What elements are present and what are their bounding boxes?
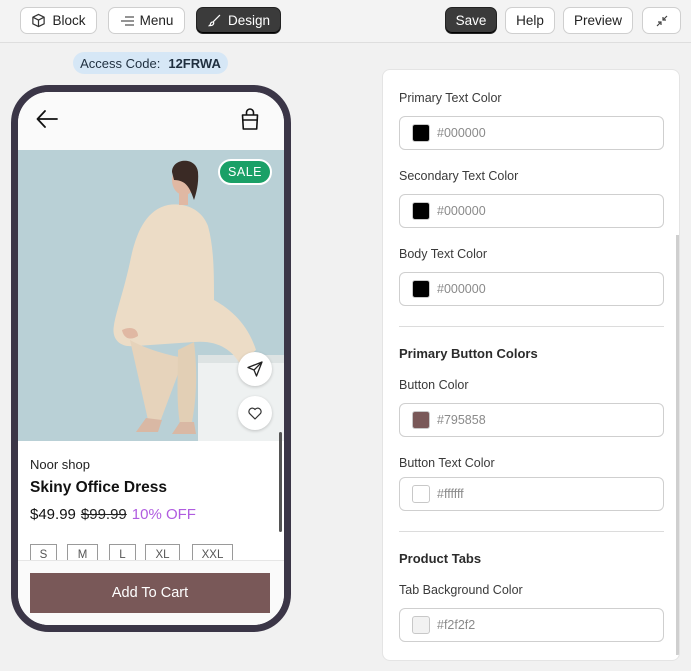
- body-text-color-field[interactable]: #000000: [399, 272, 664, 306]
- help-button[interactable]: Help: [505, 7, 555, 34]
- button-text-color-value: #ffffff: [437, 487, 464, 501]
- collapse-button[interactable]: [642, 7, 681, 34]
- primary-text-color-field[interactable]: #000000: [399, 116, 664, 150]
- menu-lines-icon: [120, 15, 134, 26]
- panel-scrollbar[interactable]: [676, 235, 679, 655]
- shop-name: Noor shop: [30, 457, 90, 472]
- menu-button-label: Menu: [139, 13, 174, 28]
- access-code-value: 12FRWA: [168, 55, 221, 71]
- original-price: $99.99: [80, 506, 127, 523]
- cart-bar: Add To Cart: [18, 560, 284, 625]
- button-color-label: Button Color: [399, 378, 469, 392]
- button-color-value: #795858: [437, 413, 486, 427]
- sale-badge: SALE: [218, 159, 272, 185]
- section-divider: [399, 326, 664, 327]
- block-button[interactable]: Block: [20, 7, 97, 34]
- block-button-label: Block: [52, 13, 86, 28]
- product-title: Skiny Office Dress: [30, 479, 167, 496]
- body-text-color-swatch[interactable]: [412, 280, 430, 298]
- design-settings-panel: Primary Text Color #000000 Secondary Tex…: [382, 69, 680, 661]
- tab-background-color-field[interactable]: #f2f2f2: [399, 608, 664, 642]
- button-text-color-field[interactable]: #ffffff: [399, 477, 664, 511]
- current-price: $49.99: [30, 506, 76, 523]
- collapse-arrows-icon: [656, 15, 667, 26]
- access-code-badge: Access Code: 12FRWA: [73, 52, 228, 74]
- save-button-label: Save: [455, 13, 487, 28]
- cube-icon: [32, 13, 46, 28]
- heart-icon: [248, 407, 262, 420]
- button-text-color-label: Button Text Color: [399, 456, 495, 470]
- primary-text-color-label: Primary Text Color: [399, 91, 502, 105]
- button-color-swatch[interactable]: [412, 411, 430, 429]
- share-button[interactable]: [238, 352, 272, 386]
- help-button-label: Help: [516, 13, 544, 28]
- wishlist-button[interactable]: [238, 396, 272, 430]
- back-arrow-icon[interactable]: [36, 110, 58, 128]
- price-row: $49.99 $99.99 10% OFF: [30, 506, 196, 523]
- secondary-text-color-field[interactable]: #000000: [399, 194, 664, 228]
- primary-text-color-value: #000000: [437, 126, 486, 140]
- product-image[interactable]: SALE: [18, 150, 284, 441]
- phone-header: [18, 92, 284, 150]
- button-colors-heading: Primary Button Colors: [399, 346, 538, 361]
- preview-button[interactable]: Preview: [563, 7, 633, 34]
- secondary-text-color-label: Secondary Text Color: [399, 169, 519, 183]
- tab-background-color-label: Tab Background Color: [399, 583, 523, 597]
- secondary-text-color-swatch[interactable]: [412, 202, 430, 220]
- body-text-color-value: #000000: [437, 282, 486, 296]
- product-tabs-heading: Product Tabs: [399, 551, 482, 566]
- secondary-text-color-value: #000000: [437, 204, 486, 218]
- button-text-color-swatch[interactable]: [412, 485, 430, 503]
- shopping-bag-icon[interactable]: [240, 107, 260, 131]
- phone-scrollbar[interactable]: [279, 432, 282, 532]
- brush-icon: [207, 14, 221, 27]
- body-text-color-label: Body Text Color: [399, 247, 488, 261]
- design-button[interactable]: Design: [196, 7, 281, 34]
- send-icon: [247, 361, 263, 377]
- top-toolbar: Block Menu Design Save Help Preview: [0, 0, 691, 43]
- access-code-label: Access Code:: [80, 55, 161, 71]
- button-color-field[interactable]: #795858: [399, 403, 664, 437]
- tab-background-color-swatch[interactable]: [412, 616, 430, 634]
- menu-button[interactable]: Menu: [108, 7, 185, 34]
- add-to-cart-button[interactable]: Add To Cart: [30, 573, 270, 613]
- phone-preview: SALE Noor shop Skiny Office Dress $49.99…: [11, 85, 291, 632]
- primary-text-color-swatch[interactable]: [412, 124, 430, 142]
- discount-label: 10% OFF: [131, 506, 196, 523]
- section-divider: [399, 531, 664, 532]
- tab-background-color-value: #f2f2f2: [437, 618, 476, 632]
- preview-button-label: Preview: [573, 13, 622, 28]
- design-button-label: Design: [227, 13, 271, 28]
- save-button[interactable]: Save: [445, 7, 497, 34]
- product-photo-illustration: [18, 150, 284, 441]
